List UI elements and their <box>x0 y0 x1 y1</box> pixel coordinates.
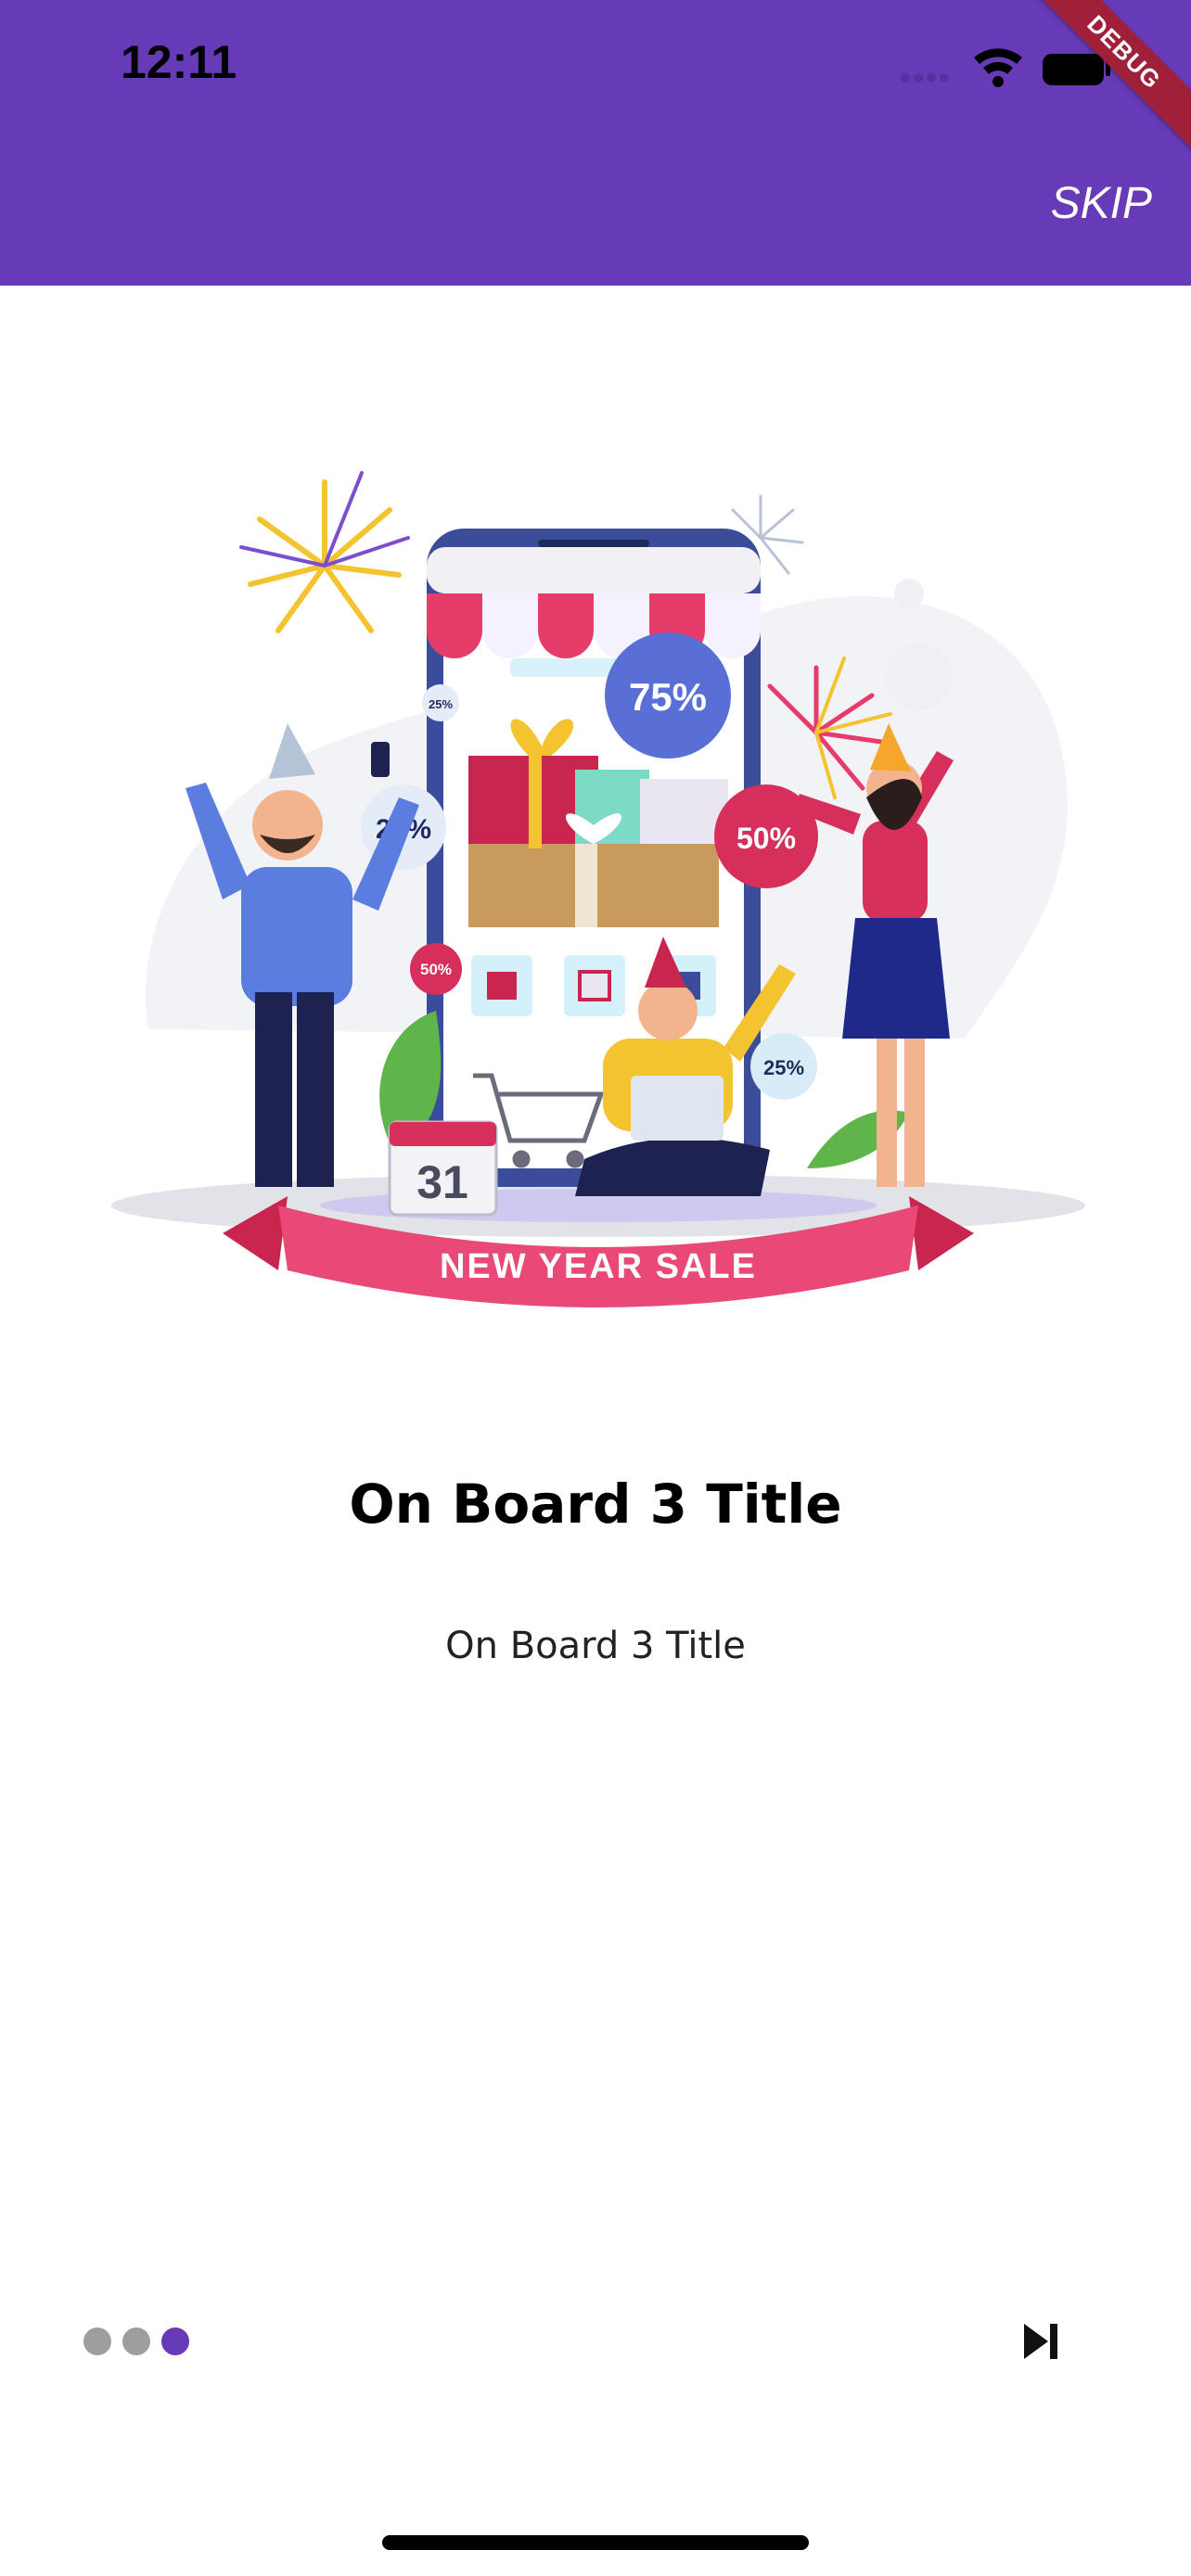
svg-text:25%: 25% <box>763 1056 804 1079</box>
skip-next-icon[interactable] <box>1020 2318 1061 2365</box>
onboarding-title: On Board 3 Title <box>349 1473 842 1536</box>
page-dot-2 <box>122 2327 150 2355</box>
status-time: 12:11 <box>121 36 237 88</box>
svg-text:75%: 75% <box>629 675 707 719</box>
status-bar-icons <box>901 48 1110 87</box>
battery-icon <box>1043 54 1110 85</box>
wifi-icon <box>974 48 1022 87</box>
svg-text:25%: 25% <box>429 697 453 711</box>
page-dot-1 <box>83 2327 111 2355</box>
svg-text:50%: 50% <box>420 961 452 978</box>
calendar-icon: 31 <box>388 1120 498 1217</box>
page-indicator <box>83 2327 189 2357</box>
app-bar: 12:11 SKIP DEBUG <box>0 0 1191 286</box>
cellular-signal-icon <box>901 73 949 83</box>
discount-badge-25-small: 25% <box>422 684 459 721</box>
svg-text:50%: 50% <box>736 822 796 855</box>
onboarding-illustration: 75% 25% 50% 25% 50% 25% <box>111 471 1085 1307</box>
discount-badge-25-right: 25% <box>750 1033 817 1100</box>
discount-badge-75: 75% <box>605 632 731 759</box>
home-indicator <box>382 2535 809 2550</box>
skip-button[interactable]: SKIP <box>1051 178 1152 229</box>
svg-text:31: 31 <box>416 1156 468 1208</box>
page-dot-3-active <box>161 2327 189 2355</box>
svg-text:NEW YEAR SALE: NEW YEAR SALE <box>440 1247 757 1286</box>
onboarding-subtitle: On Board 3 Title <box>445 1625 746 1667</box>
discount-badge-50-small: 50% <box>410 943 462 995</box>
firework-left <box>248 479 402 633</box>
